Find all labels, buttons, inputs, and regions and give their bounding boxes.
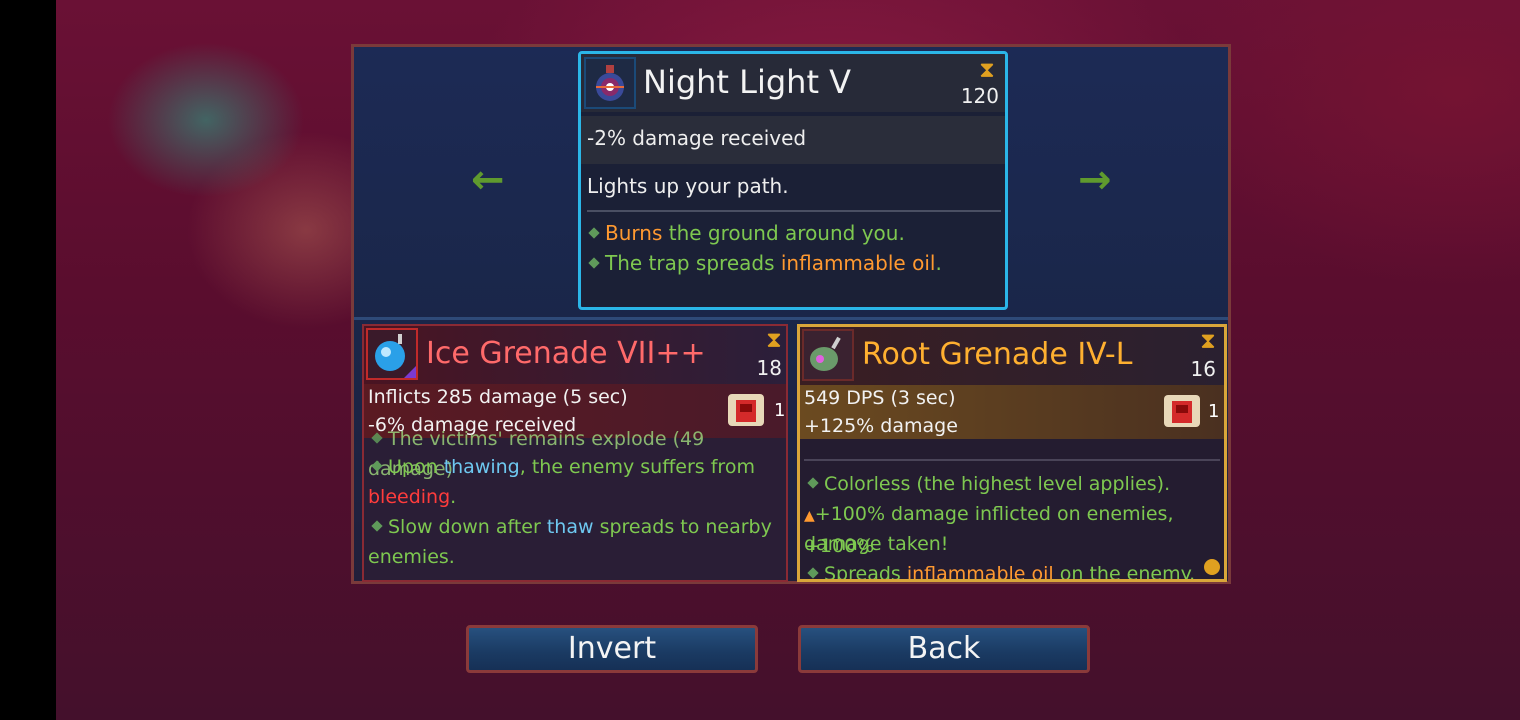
effect-line-2: bleeding.: [368, 486, 457, 508]
bullet-icon: [588, 227, 600, 239]
next-arrow-button[interactable]: →: [1078, 160, 1112, 200]
card-header: Night Light V ⧗ 120: [581, 54, 1005, 112]
scroll-multiplier: 1: [774, 400, 786, 421]
cooldown-value: 16: [1190, 357, 1216, 381]
lantern-icon: [584, 57, 636, 109]
root-grenade-icon: [802, 329, 854, 381]
scroll-multiplier: 1: [1208, 401, 1220, 422]
selected-item-card[interactable]: Night Light V ⧗ 120 -2% damage received …: [578, 51, 1008, 310]
effect-line-4: enemies.: [368, 546, 455, 568]
card-header: Root Grenade IV-L ⧗ 16: [800, 327, 1224, 385]
legendary-corner-gem-icon: [1204, 559, 1220, 575]
ice-grenade-icon: [366, 328, 418, 380]
hourglass-icon: ⧗: [1200, 329, 1216, 354]
invert-button[interactable]: Invert: [466, 625, 758, 673]
bullet-icon: [371, 520, 383, 532]
effect-line-2: The trap spreads inflammable oil.: [585, 250, 942, 276]
cooldown-value: 18: [756, 356, 782, 380]
card-header: Ice Grenade VII++ ⧗ 18: [364, 326, 786, 384]
damage-stat: Inflicts 285 damage (5 sec): [368, 386, 628, 408]
item-stat-text: -2% damage received: [587, 126, 807, 150]
item-stats: 549 DPS (3 sec) +125% damage 1: [800, 385, 1224, 439]
hourglass-icon: ⧗: [766, 328, 782, 353]
effect-line-3: Slow down after thaw spreads to nearby: [368, 512, 786, 542]
damage-bonus-stat: +125% damage: [804, 415, 958, 437]
brutality-scroll-icon: [1160, 389, 1204, 433]
item-title: Root Grenade IV-L: [862, 337, 1133, 372]
back-button[interactable]: Back: [798, 625, 1090, 673]
item-title: Night Light V: [643, 63, 852, 101]
effect-line-3: damage taken!: [804, 533, 949, 555]
equipped-item-card-ice-grenade[interactable]: Ice Grenade VII++ ⧗ 18 Inflicts 285 dama…: [362, 324, 788, 582]
panel-divider: [354, 317, 1228, 320]
bullet-icon: [588, 257, 600, 269]
effect-line-1: Burns the ground around you.: [585, 220, 905, 246]
left-letterbox: [0, 0, 56, 720]
effect-line-1: Colorless (the highest level applies).: [804, 469, 1224, 499]
bullet-icon: [371, 460, 383, 472]
item-title: Ice Grenade VII++: [426, 336, 706, 371]
prev-arrow-button[interactable]: ←: [471, 160, 505, 200]
stats-separator: [804, 459, 1220, 461]
bullet-icon: [807, 567, 819, 579]
dps-stat: 549 DPS (3 sec): [804, 387, 956, 409]
effect-line-4: Spreads inflammable oil on the enemy.: [804, 559, 1224, 579]
bullet-icon: [807, 477, 819, 489]
description-separator: [587, 210, 1001, 212]
item-compare-panel: ← → Night Light V ⧗ 120 -2% damage recei…: [351, 44, 1231, 584]
hourglass-icon: ⧗: [979, 58, 995, 83]
bullet-icon: [371, 432, 383, 444]
item-stat-row: -2% damage received: [581, 116, 1005, 164]
effect-line-1: Upon thawing, the enemy suffers from: [368, 452, 786, 482]
item-description: Lights up your path.: [587, 174, 789, 198]
equipped-item-card-root-grenade[interactable]: Root Grenade IV-L ⧗ 16 549 DPS (3 sec) +…: [797, 324, 1227, 582]
curse-icon: ▲: [804, 508, 815, 524]
cooldown-value: 120: [960, 84, 999, 108]
